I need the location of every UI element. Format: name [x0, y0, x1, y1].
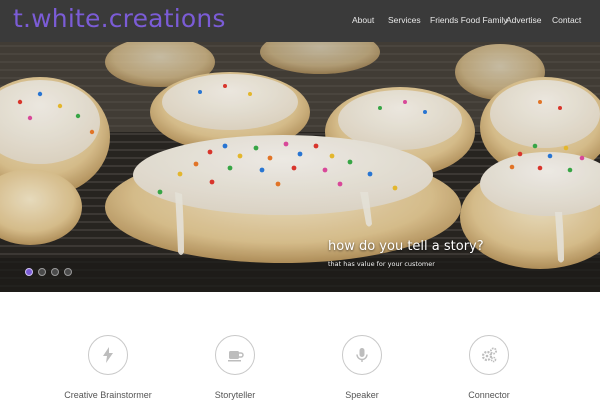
feature-icon-circle — [215, 335, 255, 375]
slider-dot-4[interactable] — [64, 268, 72, 276]
slider-dot-3[interactable] — [51, 268, 59, 276]
hero-caption-title: how do you tell a story? — [328, 239, 484, 254]
site-logo[interactable]: t.white.creations — [13, 4, 226, 33]
slider-dot-2[interactable] — [38, 268, 46, 276]
hero-caption-subtitle: that has value for your customer — [328, 260, 435, 268]
site-header: t.white.creations About Services Friends… — [0, 0, 600, 42]
feature-icon-circle — [342, 335, 382, 375]
feature-creative-brainstormer[interactable]: Creative Brainstormer — [53, 335, 163, 400]
nav-item-advertise[interactable]: Advertise — [506, 15, 541, 25]
feature-storyteller[interactable]: Storyteller — [180, 335, 290, 400]
gears-icon — [481, 347, 497, 363]
lightning-icon — [103, 347, 113, 363]
hero-slider: how do you tell a story? that has value … — [0, 42, 600, 292]
feature-label: Storyteller — [214, 390, 256, 400]
slider-dot-1[interactable] — [25, 268, 33, 276]
feature-speaker[interactable]: Speaker — [307, 335, 417, 400]
feature-connector[interactable]: Connector — [434, 335, 544, 400]
feature-icon-circle — [88, 335, 128, 375]
nav-item-about[interactable]: About — [352, 15, 374, 25]
microphone-icon — [356, 348, 368, 362]
nav-item-services[interactable]: Services — [388, 15, 421, 25]
hero-image-cookies — [0, 42, 600, 292]
feature-label: Creative Brainstormer — [64, 390, 152, 400]
feature-label: Speaker — [345, 390, 379, 400]
nav-item-contact[interactable]: Contact — [552, 15, 581, 25]
feature-label: Connector — [468, 390, 510, 400]
nav-item-friends-food-family[interactable]: Friends Food Family — [430, 15, 507, 25]
feature-icon-circle — [469, 335, 509, 375]
coffee-cup-icon — [228, 351, 244, 362]
